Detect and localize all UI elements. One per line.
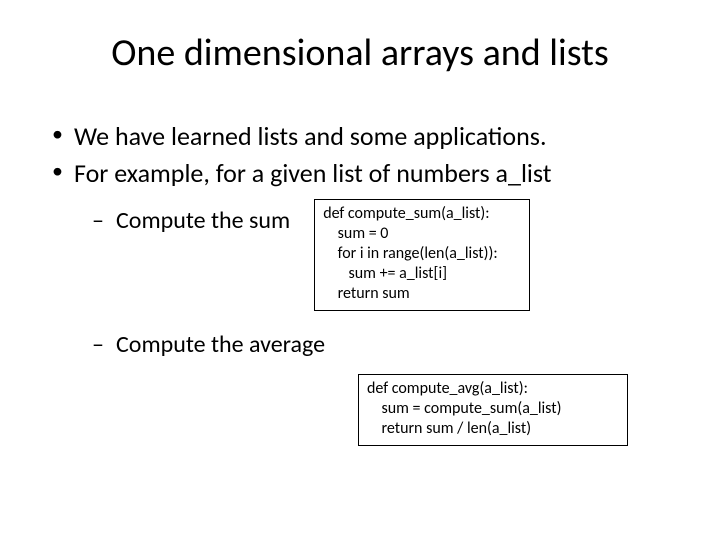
bullet-item-1: We have learned lists and some applicati…: [48, 120, 672, 153]
row-compute-avg: Compute the average def compute_avg(a_li…: [48, 329, 672, 446]
page-title: One dimensional arrays and lists: [48, 30, 672, 76]
sub-bullet-avg: Compute the average: [48, 329, 672, 360]
code-box-avg: def compute_avg(a_list): sum = compute_s…: [358, 374, 628, 446]
code-box-sum: def compute_sum(a_list): sum = 0 for i i…: [314, 199, 530, 311]
bullet-item-2: For example, for a given list of numbers…: [48, 157, 672, 190]
bullet-list: We have learned lists and some applicati…: [48, 120, 672, 189]
row-compute-sum: Compute the sum def compute_sum(a_list):…: [48, 199, 672, 311]
sub-bullet-sum: Compute the sum: [48, 205, 290, 236]
slide: One dimensional arrays and lists We have…: [0, 0, 720, 540]
